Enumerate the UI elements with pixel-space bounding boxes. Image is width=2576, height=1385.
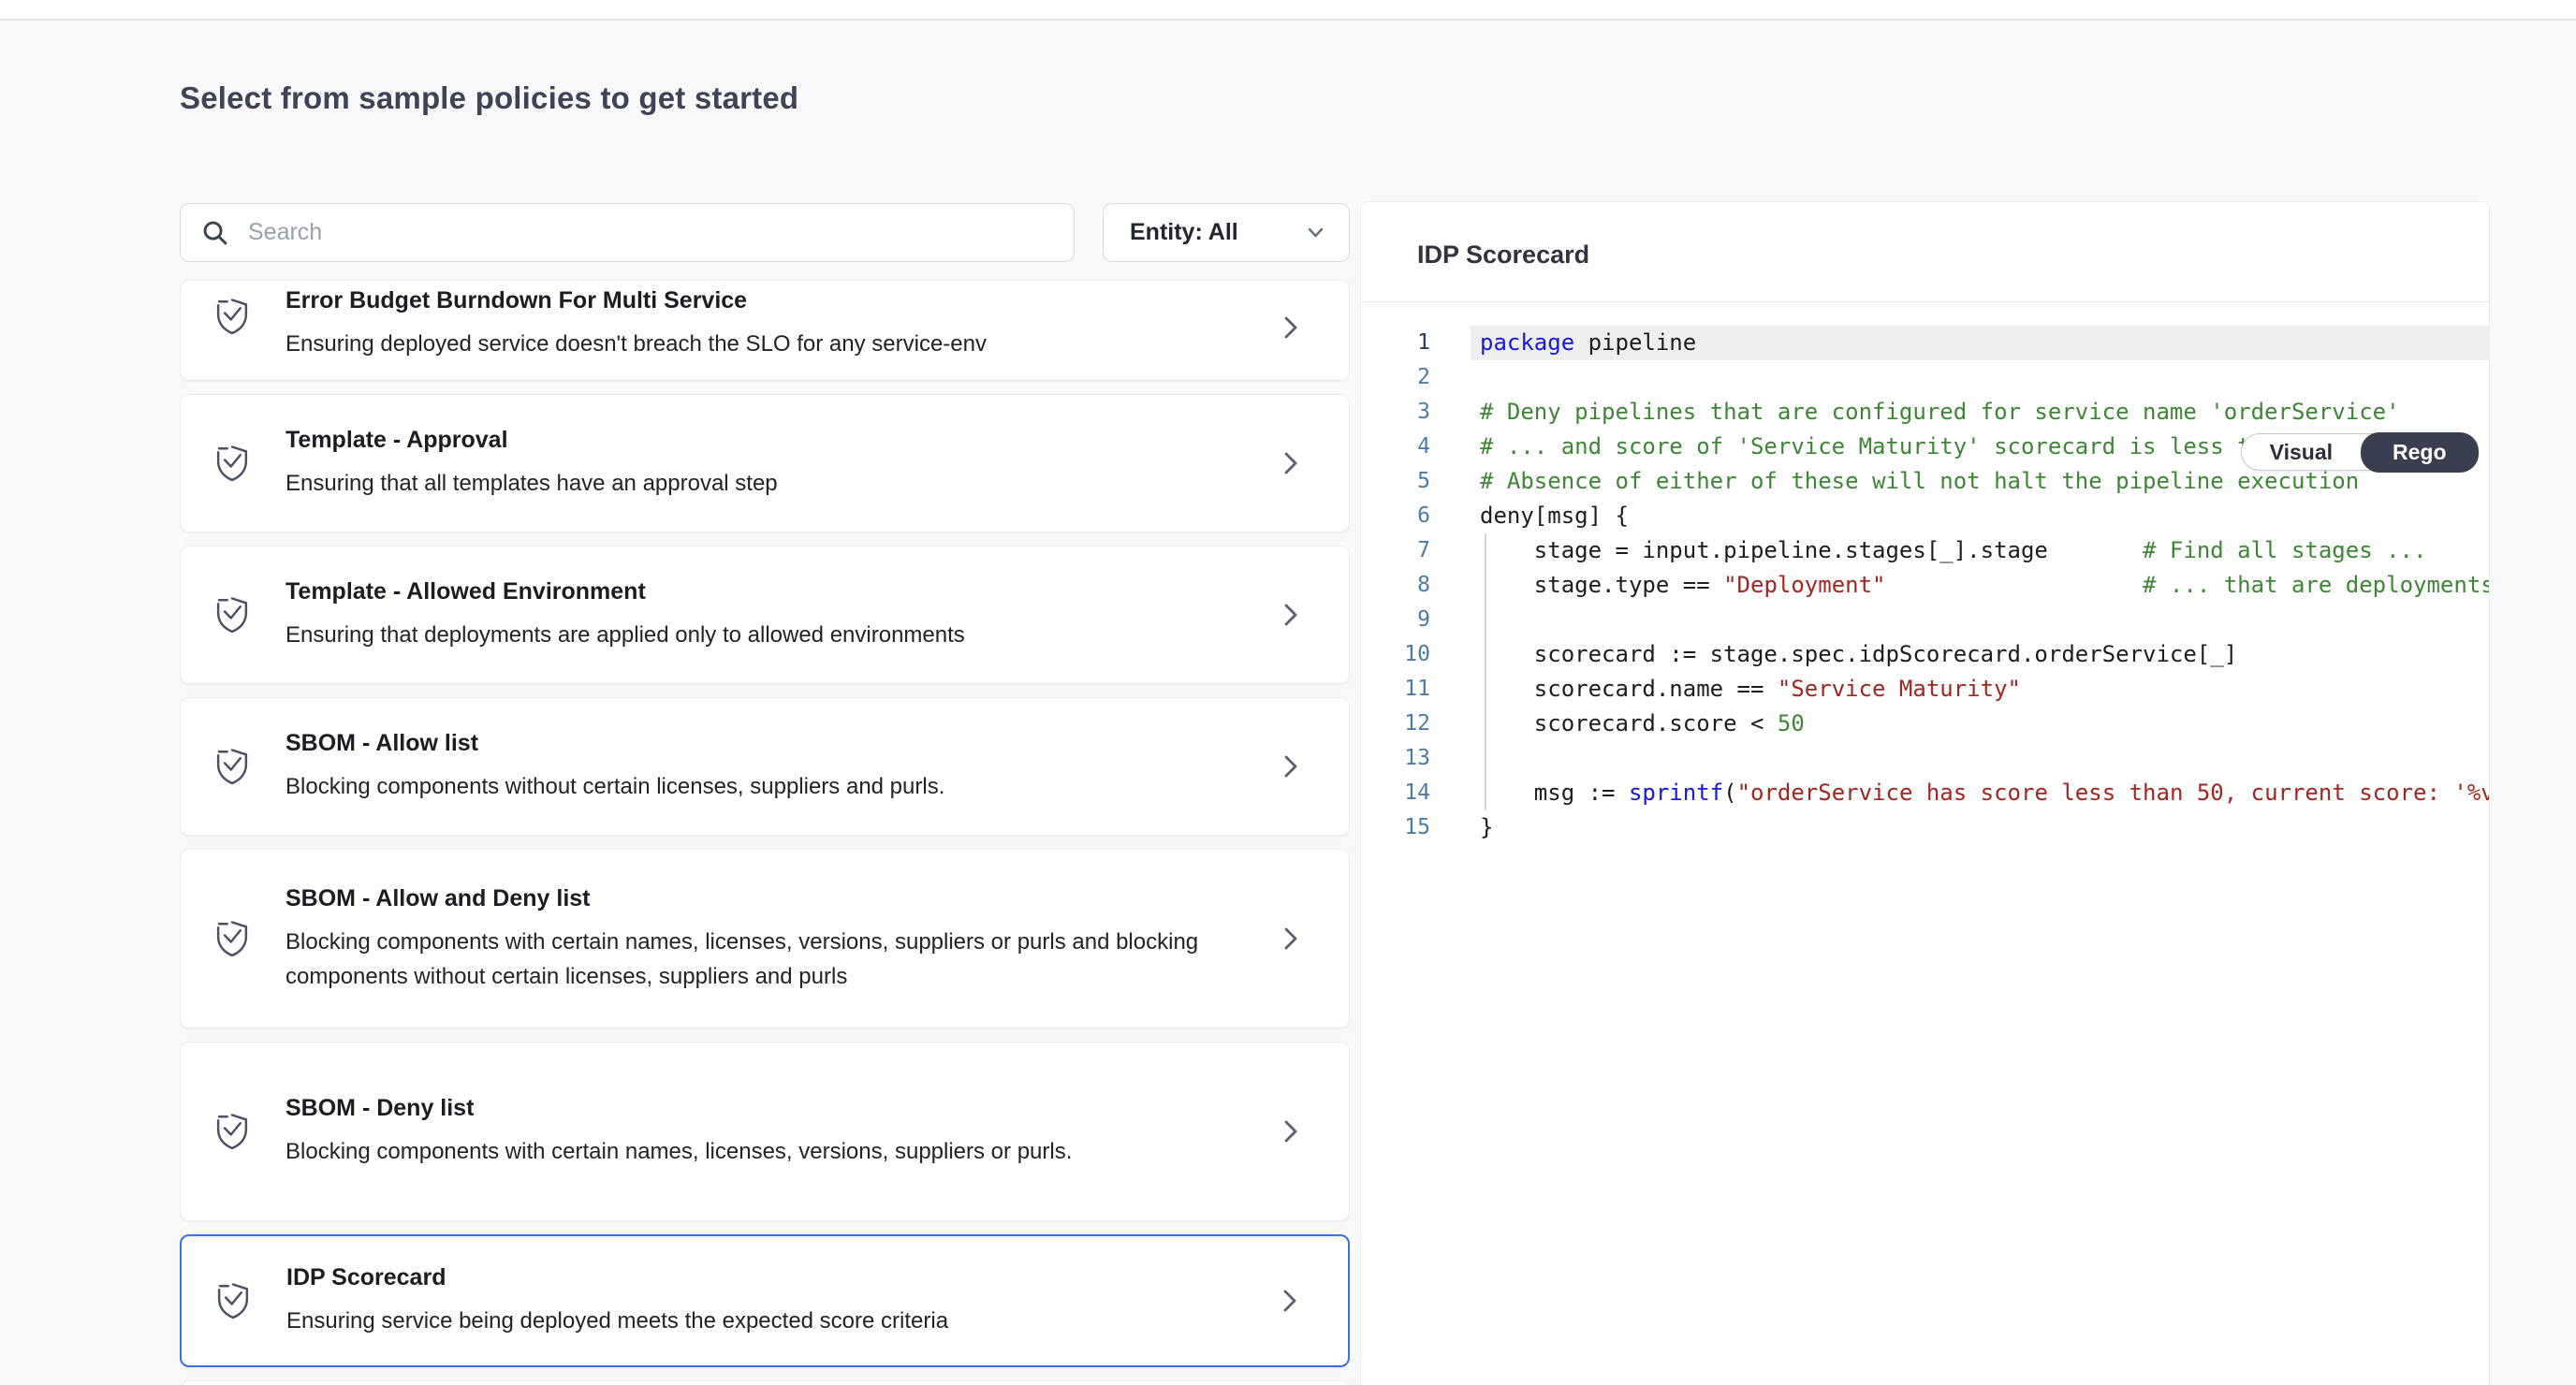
line-number: 4 [1361, 430, 1430, 464]
policy-description: Blocking components with certain names, … [285, 1134, 1222, 1169]
policy-title: Template - Approval [285, 426, 1222, 454]
policy-shield-icon [212, 592, 252, 637]
code-line: 3# Deny pipelines that are configured fo… [1361, 395, 2489, 430]
policy-title: Template - Allowed Environment [285, 577, 1222, 605]
code-line: 10 scorecard := stage.spec.idpScorecard.… [1361, 637, 2489, 672]
policy-card-template-allowed-environment[interactable]: Template - Allowed Environment Ensuring … [180, 546, 1350, 684]
preview-title: IDP Scorecard [1417, 241, 1589, 270]
policy-description: Ensuring deployed service doesn't breach… [285, 327, 1222, 361]
line-number: 14 [1361, 776, 1430, 810]
line-number: 1 [1361, 326, 1430, 360]
line-number: 8 [1361, 568, 1430, 603]
line-number: 12 [1361, 707, 1430, 741]
code-editor[interactable]: Visual Rego 1package pipeline2 3# Deny p… [1361, 302, 2489, 1385]
policy-description: Ensuring that all templates have an appr… [285, 466, 1222, 501]
policy-list: Error Budget Burndown For Multi Service … [180, 280, 1350, 1385]
search-icon [199, 217, 231, 249]
chevron-right-icon [1278, 448, 1304, 478]
search-box[interactable] [180, 203, 1075, 262]
policy-card-partially-scrolled[interactable] [180, 1380, 1350, 1385]
policy-description: Ensuring service being deployed meets th… [286, 1304, 1221, 1338]
view-mode-toggle: Visual Rego [2241, 433, 2478, 471]
preview-header: IDP Scorecard [1361, 202, 2489, 302]
line-number: 10 [1361, 637, 1430, 672]
search-input[interactable] [248, 219, 1055, 246]
entity-filter-label: Entity: All [1130, 219, 1238, 246]
toggle-visual-button[interactable]: Visual [2242, 433, 2361, 471]
top-app-bar [0, 0, 2576, 21]
code-line: 1package pipeline [1361, 326, 2489, 360]
policy-shield-icon [212, 916, 252, 961]
chevron-right-icon [1278, 600, 1304, 630]
policy-card-sbom-deny-list[interactable]: SBOM - Deny list Blocking components wit… [180, 1042, 1350, 1221]
toggle-rego-button[interactable]: Rego [2361, 432, 2479, 473]
line-number: 7 [1361, 533, 1430, 568]
line-number: 9 [1361, 603, 1430, 637]
line-number: 11 [1361, 672, 1430, 707]
code-line: 15} [1361, 810, 2489, 845]
policy-description: Ensuring that deployments are applied on… [285, 618, 1222, 652]
policy-title: SBOM - Deny list [285, 1094, 1222, 1122]
code-line: 14 msg := sprintf("orderService has scor… [1361, 776, 2489, 810]
line-number: 3 [1361, 395, 1430, 430]
policy-preview-panel: IDP Scorecard Visual Rego 1package pipel… [1360, 201, 2490, 1385]
policy-title: SBOM - Allow list [285, 729, 1222, 757]
policy-title: IDP Scorecard [286, 1263, 1221, 1291]
chevron-right-icon [1277, 1286, 1303, 1316]
policy-shield-icon [212, 744, 252, 789]
code-line: 9 [1361, 603, 2489, 637]
policy-shield-icon [212, 294, 252, 339]
policy-title: Error Budget Burndown For Multi Service [285, 286, 1222, 314]
code-line: 8 stage.type == "Deployment" # ... that … [1361, 568, 2489, 603]
line-number: 13 [1361, 741, 1430, 776]
code-line: 6deny[msg] { [1361, 499, 2489, 533]
policy-shield-icon [212, 1109, 252, 1154]
code-line: 7 stage = input.pipeline.stages[_].stage… [1361, 533, 2489, 568]
policy-card-idp-scorecard-selected[interactable]: IDP Scorecard Ensuring service being dep… [180, 1234, 1350, 1367]
policy-shield-icon [213, 1278, 253, 1323]
line-number: 6 [1361, 499, 1430, 533]
code-line: 11 scorecard.name == "Service Maturity" [1361, 672, 2489, 707]
policy-description: Blocking components with certain names, … [285, 925, 1222, 994]
line-number: 5 [1361, 464, 1430, 499]
chevron-down-icon [1303, 220, 1328, 245]
indent-guide [1485, 533, 1486, 810]
code-line: 2 [1361, 360, 2489, 395]
policy-card-sbom-allow-and-deny-list[interactable]: SBOM - Allow and Deny list Blocking comp… [180, 849, 1350, 1028]
chevron-right-icon [1278, 751, 1304, 781]
line-number: 2 [1361, 360, 1430, 395]
entity-filter-dropdown[interactable]: Entity: All [1103, 203, 1350, 262]
policy-card-sbom-allow-list[interactable]: SBOM - Allow list Blocking components wi… [180, 697, 1350, 836]
code-line: 12 scorecard.score < 50 [1361, 707, 2489, 741]
chevron-right-icon [1278, 1116, 1304, 1146]
policy-shield-icon [212, 441, 252, 486]
chevron-right-icon [1278, 924, 1304, 954]
code-lines: 1package pipeline2 3# Deny pipelines tha… [1361, 326, 2489, 845]
policy-card-template-approval[interactable]: Template - Approval Ensuring that all te… [180, 394, 1350, 532]
policy-card-error-budget-burndown[interactable]: Error Budget Burndown For Multi Service … [180, 280, 1350, 381]
policy-title: SBOM - Allow and Deny list [285, 884, 1222, 912]
code-line: 13 [1361, 741, 2489, 776]
line-number: 15 [1361, 810, 1430, 845]
policy-description: Blocking components without certain lice… [285, 769, 1222, 804]
chevron-right-icon [1278, 313, 1304, 343]
page-title: Select from sample policies to get start… [180, 80, 798, 116]
